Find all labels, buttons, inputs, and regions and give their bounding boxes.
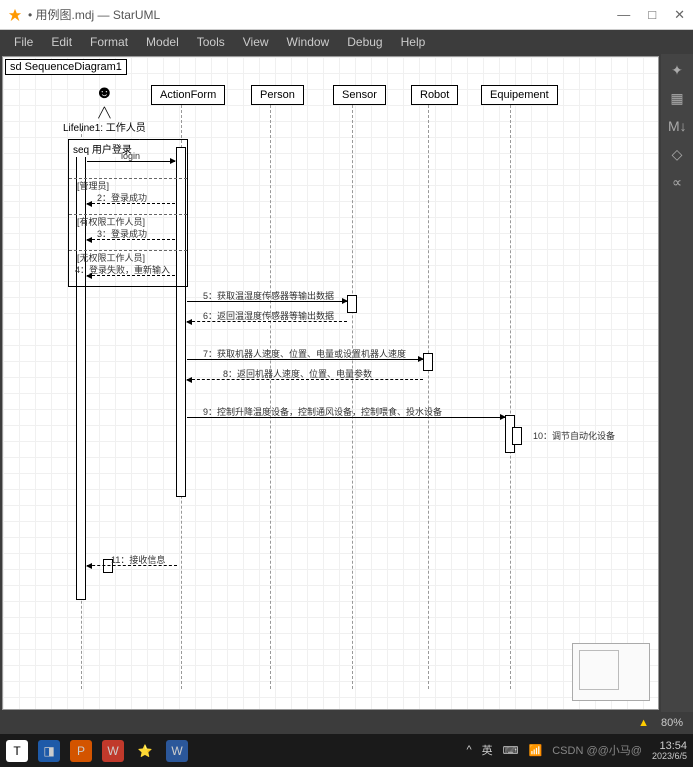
- lifeline-dash-person: [270, 105, 271, 689]
- puzzle-icon[interactable]: ✦: [668, 62, 686, 80]
- lifeline-dash-equipement: [510, 105, 511, 689]
- activation-equipement-self[interactable]: [512, 427, 522, 445]
- titlebar: • 用例图.mdj — StarUML — □ ✕: [0, 0, 693, 30]
- grid-icon[interactable]: ▦: [668, 90, 686, 108]
- maximize-button[interactable]: □: [648, 7, 656, 23]
- menu-debug[interactable]: Debug: [339, 32, 390, 52]
- actor-icon: ☻╱╲: [63, 83, 146, 119]
- menu-tools[interactable]: Tools: [189, 32, 233, 52]
- app-icon: [8, 8, 22, 22]
- arrow-5[interactable]: [187, 301, 347, 302]
- actor-label: Lifeline1: 工作人员: [63, 119, 146, 134]
- activation-sensor[interactable]: [347, 295, 357, 313]
- minimap-viewport: [579, 650, 619, 690]
- statusbar: ▲ 80%: [0, 712, 693, 734]
- tray-watermark: CSDN @@小马@: [552, 742, 642, 758]
- arrow-4[interactable]: [87, 275, 175, 276]
- msg-10: 10：调节自动化设备: [533, 429, 615, 442]
- menu-model[interactable]: Model: [138, 32, 187, 52]
- diagram-frame-label: sd SequenceDiagram1: [5, 59, 127, 75]
- arrow-login[interactable]: [87, 161, 175, 162]
- task-word-icon[interactable]: W: [166, 740, 188, 762]
- markdown-icon[interactable]: M↓: [668, 118, 686, 136]
- minimize-button[interactable]: —: [617, 7, 630, 23]
- arrow-3[interactable]: [87, 239, 175, 240]
- task-ppt-icon[interactable]: P: [70, 740, 92, 762]
- menubar: FileEditFormatModelToolsViewWindowDebugH…: [0, 30, 693, 54]
- activation-robot[interactable]: [423, 353, 433, 371]
- arrow-8[interactable]: [187, 379, 423, 380]
- tray-date[interactable]: 2023/6/5: [652, 752, 687, 762]
- lifeline-sensor[interactable]: Sensor: [333, 85, 386, 105]
- task-app1-icon[interactable]: ◨: [38, 740, 60, 762]
- share-icon[interactable]: ∝: [668, 174, 686, 192]
- task-wps-icon[interactable]: W: [102, 740, 124, 762]
- menu-view[interactable]: View: [235, 32, 277, 52]
- tray-clock[interactable]: 13:54: [652, 740, 687, 752]
- menu-edit[interactable]: Edit: [43, 32, 80, 52]
- arrow-11[interactable]: [87, 565, 177, 566]
- arrow-6[interactable]: [187, 321, 347, 322]
- arrow-2[interactable]: [87, 203, 175, 204]
- arrow-9[interactable]: [187, 417, 505, 418]
- menu-window[interactable]: Window: [279, 32, 338, 52]
- msg-login: login: [121, 151, 140, 161]
- tray-lang[interactable]: 英: [482, 742, 493, 758]
- task-star-icon[interactable]: ⭐: [134, 740, 156, 762]
- window-title: • 用例图.mdj — StarUML: [28, 6, 617, 23]
- lifeline-person[interactable]: Person: [251, 85, 304, 105]
- arrow-7[interactable]: [187, 359, 423, 360]
- lifeline-robot[interactable]: Robot: [411, 85, 458, 105]
- actor-lifeline[interactable]: ☻╱╲ Lifeline1: 工作人员: [63, 83, 146, 134]
- zoom-level[interactable]: 80%: [661, 717, 683, 729]
- lifeline-dash-robot: [428, 105, 429, 689]
- lifeline-equipement[interactable]: Equipement: [481, 85, 558, 105]
- side-toolbar: ✦ ▦ M↓ ◇ ∝: [661, 54, 693, 712]
- close-button[interactable]: ✕: [674, 7, 685, 23]
- tray-wifi-icon[interactable]: 📶: [529, 744, 543, 757]
- minimap[interactable]: [572, 643, 650, 701]
- warning-icon[interactable]: ▲: [638, 717, 649, 729]
- tray-ime-icon[interactable]: ⌨: [503, 744, 519, 757]
- taskbar: T ◨ P W ⭐ W ^ 英 ⌨ 📶 CSDN @@小马@ 13:54 202…: [0, 734, 693, 767]
- menu-file[interactable]: File: [6, 32, 41, 52]
- menu-help[interactable]: Help: [393, 32, 434, 52]
- menu-format[interactable]: Format: [82, 32, 136, 52]
- lifeline-dash-sensor: [352, 105, 353, 689]
- lifeline-actionform[interactable]: ActionForm: [151, 85, 225, 105]
- window-controls: — □ ✕: [617, 7, 685, 23]
- task-t-icon[interactable]: T: [6, 740, 28, 762]
- tray-chevron-icon[interactable]: ^: [466, 744, 471, 756]
- diamond-icon[interactable]: ◇: [668, 146, 686, 164]
- system-tray: ^ 英 ⌨ 📶 CSDN @@小马@ 13:54 2023/6/5: [466, 740, 687, 762]
- diagram-canvas[interactable]: sd SequenceDiagram1 ☻╱╲ Lifeline1: 工作人员 …: [2, 56, 659, 710]
- main-area: sd SequenceDiagram1 ☻╱╲ Lifeline1: 工作人员 …: [0, 54, 693, 712]
